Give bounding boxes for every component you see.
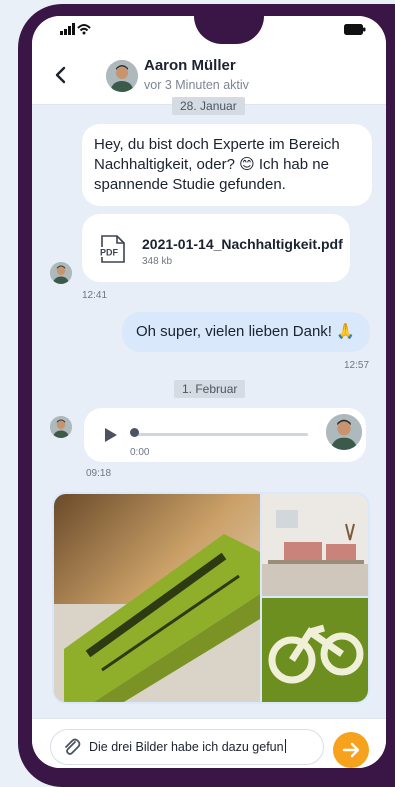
paperclip-icon[interactable] [63,737,81,757]
file-size: 348 kb [142,256,173,267]
gallery-image-bicycle-sign[interactable] [262,598,368,702]
play-icon[interactable] [104,427,118,443]
svg-text:PDF: PDF [100,248,119,258]
battery-icon [344,24,366,35]
message-timestamp: 09:18 [86,468,112,479]
audio-progress-track[interactable] [134,433,308,436]
file-attachment-message[interactable]: PDF 2021-01-14_Nachhaltigkeit.pdf 348 kb [82,214,350,282]
arrow-right-icon [342,742,360,758]
message-timestamp: 12:57 [344,360,370,371]
message-timestamp: 12:41 [82,290,108,301]
sender-avatar [50,262,72,284]
back-arrow-icon[interactable] [50,64,72,86]
contact-name[interactable]: Aaron Müller [144,57,236,74]
outgoing-message[interactable]: Oh super, vielen lieben Dank! 🙏 [122,312,370,352]
date-separator: 28. Januar [172,97,245,115]
message-input-text[interactable]: Die drei Bilder habe ich dazu gefun [89,739,286,754]
chat-screen: Aaron Müller vor 3 Minuten aktiv 28. Jan… [32,16,386,768]
audio-progress-thumb[interactable] [130,428,139,437]
message-text: Oh super, vielen lieben Dank! 🙏 [136,323,355,340]
audio-duration: 0:00 [130,447,150,458]
message-composer: Die drei Bilder habe ich dazu gefun [32,718,386,768]
gallery-image-book[interactable] [54,494,260,702]
contact-avatar[interactable] [106,60,138,92]
message-input[interactable]: Die drei Bilder habe ich dazu gefun [50,729,324,765]
date-separator: 1. Februar [174,380,246,398]
voice-sender-avatar [326,414,362,450]
message-text: Hey, du bist doch Experte im Bereich Nac… [94,136,340,193]
voice-message[interactable]: 0:00 [84,408,366,462]
gallery-image-desk[interactable] [262,494,368,596]
sender-avatar [50,416,72,438]
contact-status: vor 3 Minuten aktiv [144,78,249,92]
file-name: 2021-01-14_Nachhaltigkeit.pdf [142,236,343,252]
signal-wifi-icon [60,23,91,35]
incoming-message[interactable]: Hey, du bist doch Experte im Bereich Nac… [82,124,372,206]
text-caret [284,739,286,753]
image-gallery-message[interactable] [52,492,370,704]
send-button[interactable] [333,732,369,768]
pdf-file-icon: PDF [99,235,125,263]
